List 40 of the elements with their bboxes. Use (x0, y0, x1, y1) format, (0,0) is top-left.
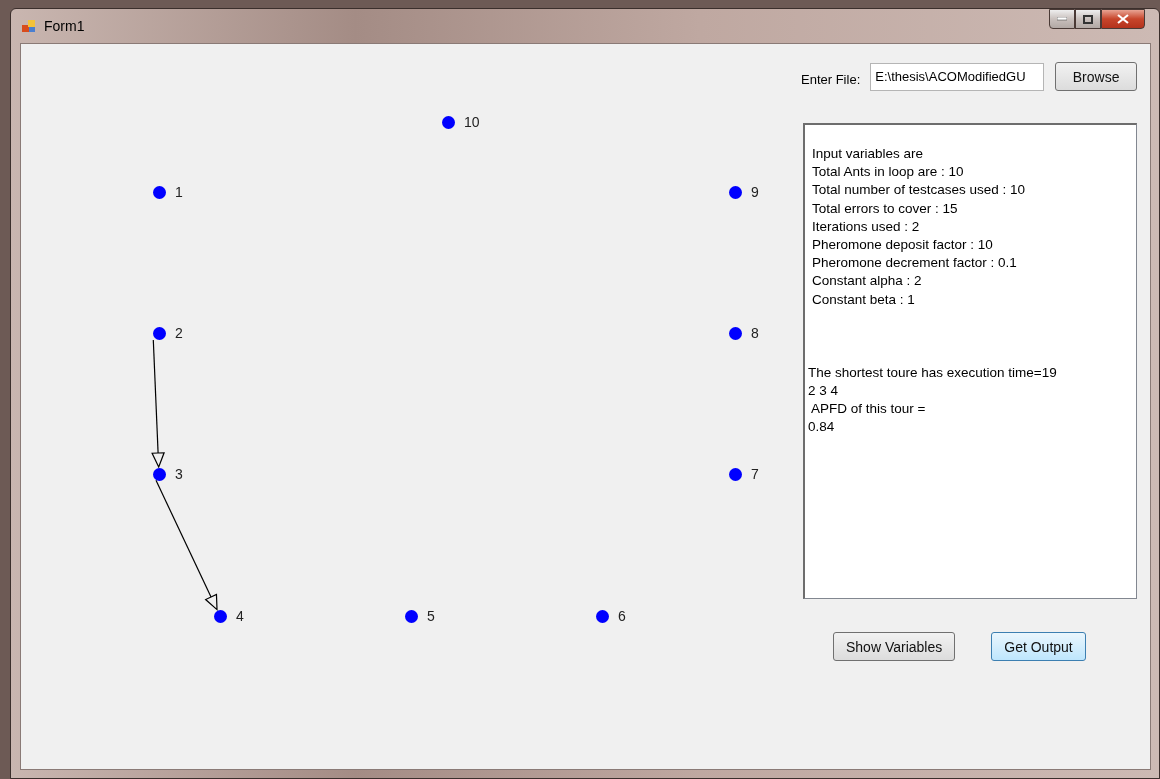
output-line: APFD of this tour = (810, 400, 927, 419)
node-label: 8 (751, 325, 759, 341)
output-line: 2 3 4 (808, 382, 840, 401)
output-line: 0.84 (808, 418, 836, 437)
output-line: The shortest toure has execution time=19 (808, 363, 1058, 382)
node-label: 3 (175, 466, 183, 482)
file-path-field[interactable]: E:\thesis\ACOModifiedGU (870, 62, 1045, 91)
file-label: Enter File: (801, 72, 861, 87)
get-output-button[interactable]: Get Output (991, 632, 1086, 661)
close-icon (1117, 14, 1129, 24)
browse-button[interactable]: Browse (1055, 62, 1137, 91)
node-label: 10 (464, 114, 480, 130)
node-dot (153, 327, 166, 340)
node-dot (214, 610, 227, 623)
output-line: Pheromone deposit factor : 10 (811, 236, 994, 254)
node-label: 2 (175, 325, 183, 341)
node-label: 7 (751, 466, 759, 482)
window-title: Form1 (44, 18, 85, 34)
output-line: Total number of testcases used : 10 (811, 181, 1027, 200)
output-line: Constant alpha : 2 (811, 272, 923, 291)
output-line: Total errors to cover : 15 (811, 199, 959, 218)
node-label: 6 (618, 608, 626, 624)
show-variables-button[interactable]: Show Variables (833, 632, 956, 661)
node-label: 4 (236, 608, 244, 624)
node-label: 5 (427, 608, 435, 624)
maximize-button[interactable] (1075, 9, 1101, 29)
node-label: 9 (751, 184, 759, 200)
output-line: Pheromone decrement factor : 0.1 (811, 254, 1018, 273)
minimize-icon (1057, 17, 1067, 21)
output-line: Constant beta : 1 (811, 290, 916, 309)
minimize-button[interactable] (1049, 9, 1075, 29)
output-line: Input variables are (811, 145, 925, 163)
node-dot (153, 468, 166, 481)
app-icon (22, 19, 36, 33)
close-button[interactable] (1101, 9, 1145, 29)
output-line: Total Ants in loop are : 10 (811, 163, 965, 182)
node-label: 1 (175, 184, 183, 200)
output-text-area[interactable] (803, 123, 1137, 599)
maximize-icon (1083, 14, 1093, 24)
output-line: Iterations used : 2 (811, 217, 921, 236)
